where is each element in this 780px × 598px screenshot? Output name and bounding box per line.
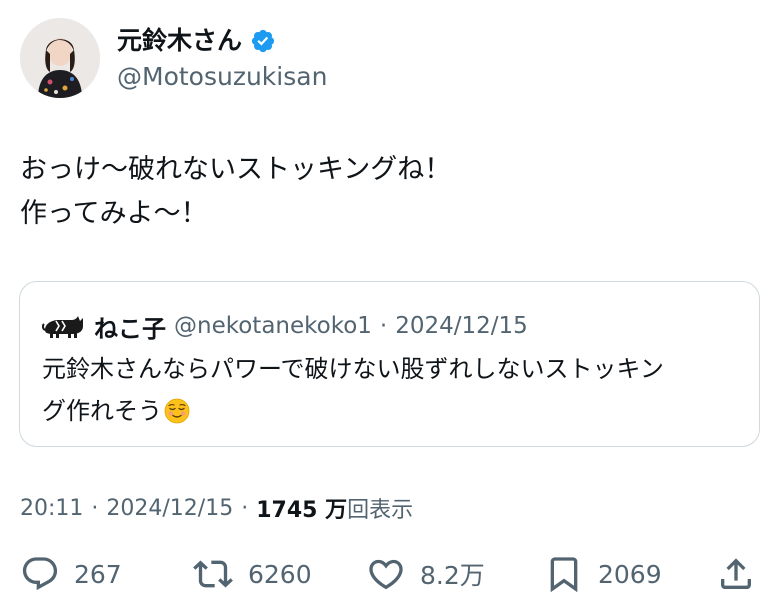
bookmark-icon: [550, 557, 578, 593]
author-name-row: 元鈴木さん: [117, 24, 276, 58]
tweet-time[interactable]: 20:11: [20, 496, 83, 521]
tweet-text: おっけ〜破れないストッキングね！ 作ってみよ〜！: [20, 148, 760, 236]
reply-icon: [22, 557, 58, 591]
views-label: 回表示: [347, 498, 414, 523]
action-bar: 267 6260 8.2万 2069: [0, 552, 780, 596]
reply-button[interactable]: 267: [20, 552, 122, 596]
reply-count: 267: [74, 559, 122, 589]
like-button[interactable]: 8.2万: [366, 552, 485, 596]
author-avatar[interactable]: [20, 18, 100, 98]
quoted-tweet-text: 元鈴木さんならパワーで破けない股ずれしないストッキン グ作れそう: [42, 348, 742, 432]
quoted-author-name[interactable]: ねこ子: [94, 309, 166, 344]
bookmark-count: 2069: [598, 559, 662, 589]
tweet-date[interactable]: 2024/12/15: [106, 496, 233, 521]
views-stat[interactable]: 1745 万回表示: [256, 492, 413, 524]
relieved-face-emoji-icon: [164, 395, 190, 424]
retweet-button[interactable]: 6260: [192, 552, 312, 596]
quoted-date[interactable]: 2024/12/15: [395, 313, 528, 339]
quoted-tweet-header: ねこ子 @nekotanekoko1 · 2024/12/15: [41, 309, 528, 344]
retweet-count: 6260: [248, 559, 312, 589]
author-handle[interactable]: @Motosuzukisan: [117, 62, 327, 92]
verified-badge-icon: [250, 28, 276, 54]
quoted-tweet-line: グ作れそう: [42, 390, 742, 432]
quoted-separator: ·: [379, 313, 388, 339]
meta-separator: ·: [91, 495, 99, 521]
bookmark-button[interactable]: 2069: [544, 552, 662, 596]
share-icon: [721, 558, 751, 589]
quoted-tweet-card[interactable]: ねこ子 @nekotanekoko1 · 2024/12/15 元鈴木さんならパ…: [19, 281, 760, 447]
quoted-tweet-line: 元鈴木さんならパワーで破けない股ずれしないストッキン: [42, 355, 664, 383]
tweet-line: 作ってみよ〜！: [20, 198, 208, 229]
heart-icon: [369, 559, 403, 590]
quoted-author-handle[interactable]: @nekotanekoko1: [174, 313, 372, 339]
quoted-tweet-line-text: グ作れそう: [42, 397, 162, 425]
author-display-name[interactable]: 元鈴木さん: [117, 24, 242, 58]
retweet-icon: [193, 560, 233, 588]
meta-separator: ·: [241, 495, 249, 521]
like-count: 8.2万: [420, 561, 485, 590]
tweet-meta: 20:11 · 2024/12/15 · 1745 万回表示: [20, 492, 413, 524]
share-button[interactable]: [716, 552, 756, 596]
views-count: 1745 万: [256, 498, 348, 523]
tweet-line: おっけ〜破れないストッキングね！: [20, 154, 452, 185]
cat-avatar-icon[interactable]: [41, 312, 86, 340]
